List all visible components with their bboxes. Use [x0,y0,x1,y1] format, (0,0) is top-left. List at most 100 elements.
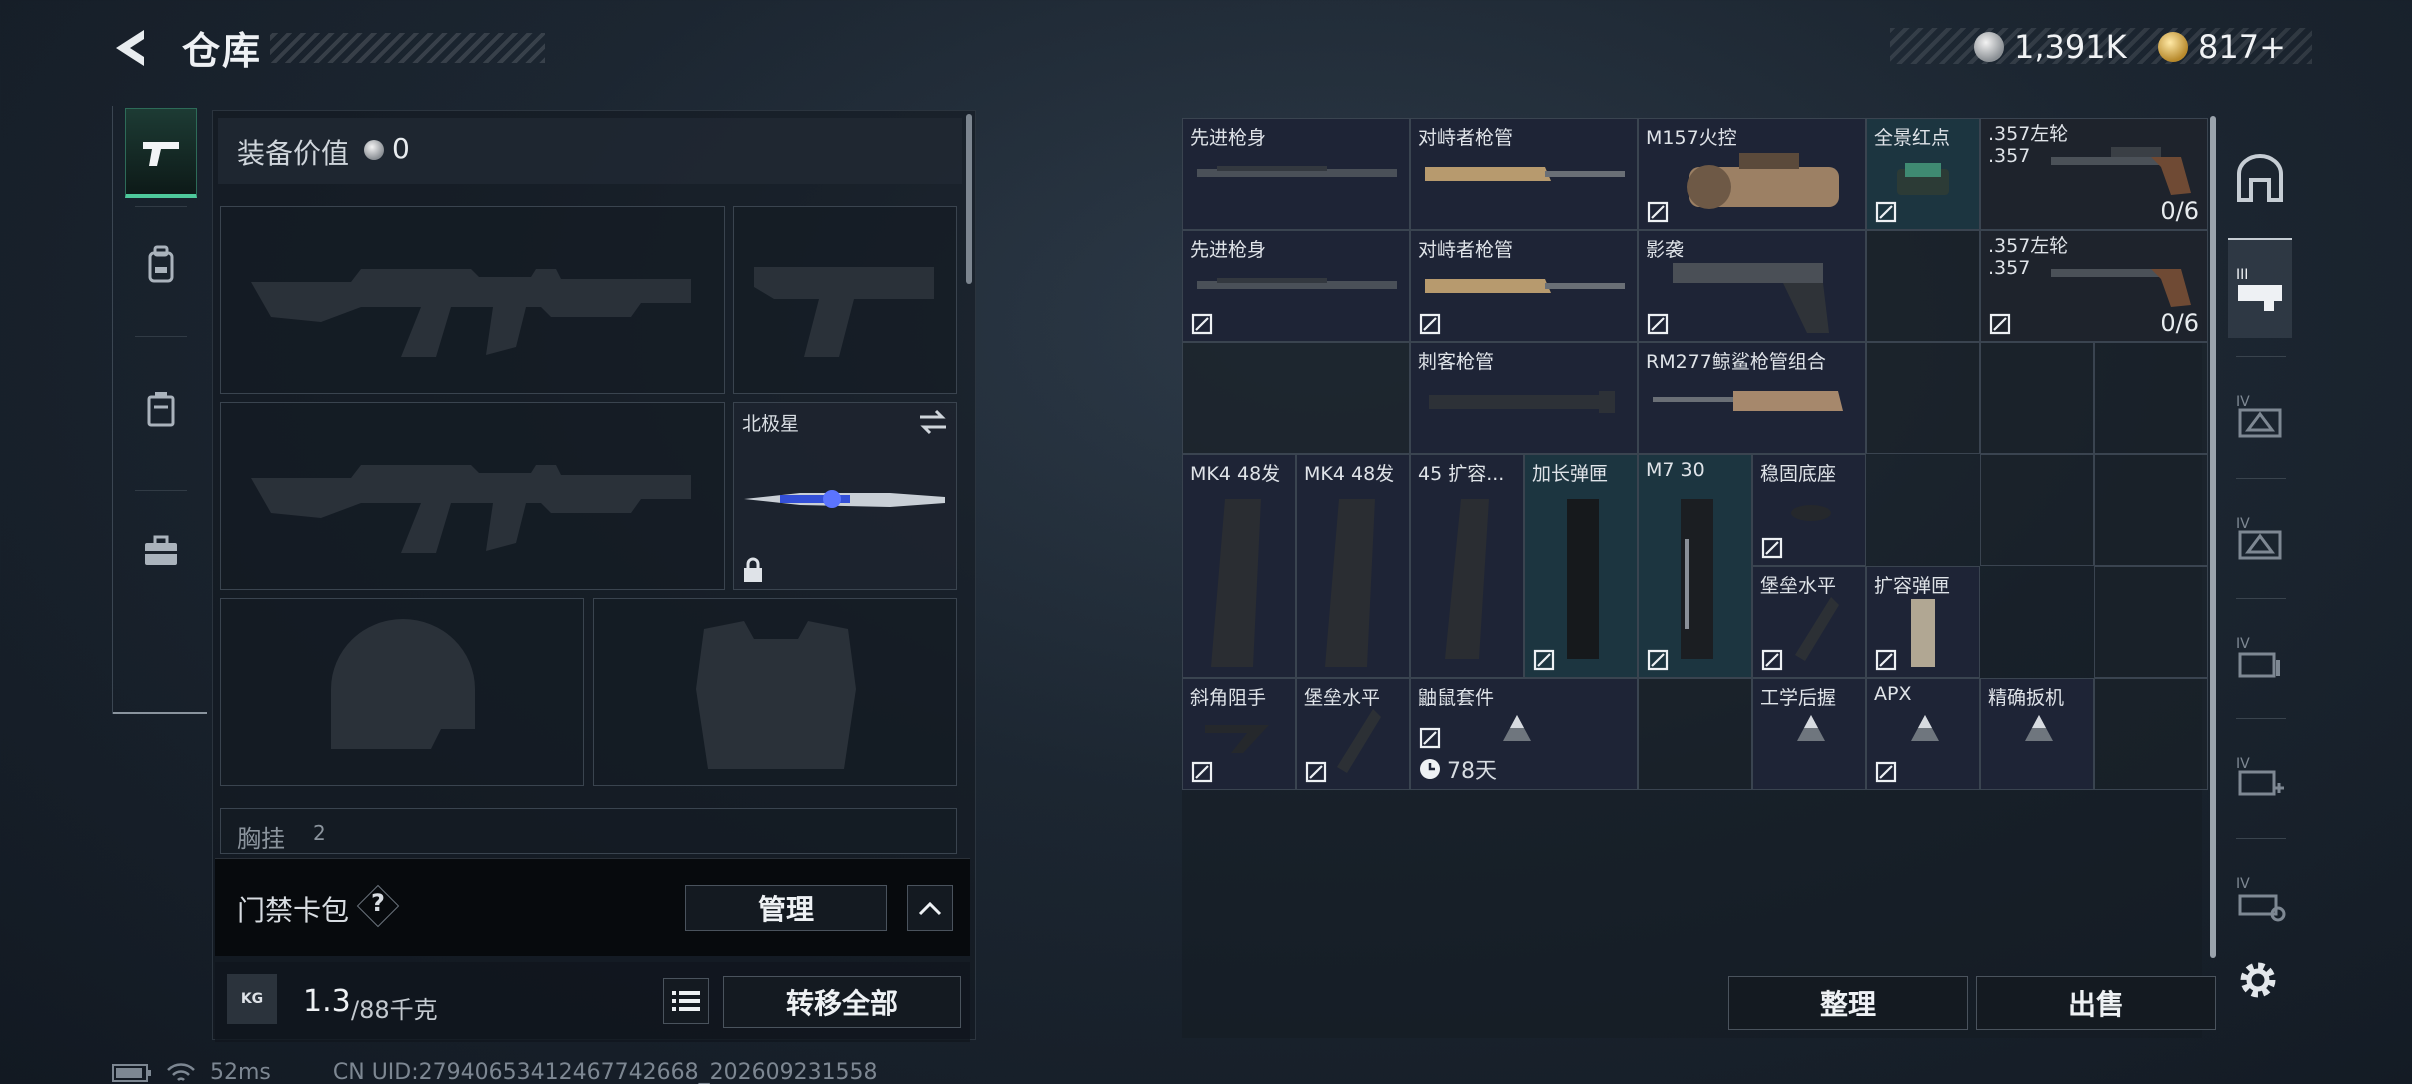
item-precision-trigger[interactable]: 精确扳机 [1980,678,2094,790]
modify-icon [1533,649,1555,671]
expand-button[interactable] [907,885,953,931]
tier-triangle-icon [1503,715,1531,741]
grip-item-icon [1205,725,1269,753]
weight-icon-text: KG [240,991,264,1007]
transfer-all-button[interactable]: 转移全部 [723,976,961,1028]
item-extended-mag-small[interactable]: 扩容弹匣 [1866,566,1980,678]
keycard-pack-bar: 门禁卡包 ? 管理 [215,858,970,956]
helmet-slot[interactable] [220,598,584,786]
item-assassin-barrel[interactable]: 刺客枪管 [1410,342,1638,454]
svg-text:IV: IV [2236,636,2250,652]
silver-amount: 1,391K [2014,28,2127,66]
modify-icon [1191,761,1213,783]
sell-button[interactable]: 出售 [1976,976,2216,1030]
grip-item-icon [1795,597,1839,661]
item-label: 斜角阻手 [1190,687,1267,709]
clock-icon [1420,759,1440,779]
item-45-extended-mag[interactable]: 45 扩容... [1410,454,1524,678]
melee-slot[interactable]: 北极星 [733,402,957,590]
weight-value: 1.3 [303,984,351,1019]
tab-stash-4d[interactable]: IV [2228,728,2292,828]
item-357-revolver[interactable]: .357左轮 .357 0/6 [1980,230,2208,342]
ammo-count: 0/6 [2160,309,2199,337]
tab-case[interactable] [125,506,197,596]
title-decoration [270,33,545,63]
tab-stash-4b[interactable]: IV [2228,488,2292,588]
melee-name: 北极星 [742,413,800,435]
barrel-item-icon [1425,167,1625,181]
chest-rig-row[interactable]: 胸挂 2 [220,808,957,854]
item-stable-mount[interactable]: 稳固底座 [1752,454,1866,566]
swap-icon[interactable] [918,409,948,435]
settings-button[interactable] [2234,956,2282,1008]
item-357-revolver[interactable]: .357左轮 .357 0/6 [1980,118,2208,230]
tab-storage-home[interactable] [2228,128,2292,228]
magazine-item-icon [1567,499,1599,659]
tab-stash-4e[interactable]: IV [2228,848,2292,948]
tab-container[interactable] [125,364,197,454]
cardpack-label: 门禁卡包 [237,894,350,927]
item-rm277-barrel-combo[interactable]: RM277鲸鲨枪管组合 [1638,342,1866,454]
gold-currency[interactable]: 817+ [2158,28,2286,66]
stash-level-icon: IV [2236,394,2282,438]
item-bastion-level[interactable]: 堡垒水平 [1296,678,1410,790]
equip-scrollbar[interactable] [966,114,972,284]
item-shadow-strike[interactable]: 影袭 [1638,230,1866,342]
item-advanced-receiver[interactable]: 先进枪身 [1182,230,1410,342]
list-icon [672,991,700,1011]
tab-weapons[interactable] [125,108,197,198]
item-m7-30-mag[interactable]: M7 30 [1638,454,1752,678]
item-standoff-barrel[interactable]: 对峙者枪管 [1410,118,1638,230]
grid-scrollbar[interactable] [2210,116,2216,958]
stash-level-icon: IV [2236,516,2282,560]
item-label: RM277鲸鲨枪管组合 [1646,351,1826,373]
list-view-button[interactable] [663,978,709,1024]
item-label: 工学后握 [1760,687,1837,709]
item-ergo-grip[interactable]: 工学后握 [1752,678,1866,790]
weight-bar: KG 1.3 /88千克 转移全部 [215,962,970,1042]
item-weasel-kit[interactable]: 鼬鼠套件 78天 [1410,678,1638,790]
item-mk4-48-mag[interactable]: MK4 48发 [1296,454,1410,678]
rifle-silhouette-icon [251,465,691,553]
chest-label: 胸挂 [237,825,285,853]
item-extended-mag[interactable]: 加长弹匣 [1524,454,1638,678]
sort-button[interactable]: 整理 [1728,976,1968,1030]
helmet-silhouette-icon [331,619,475,749]
tier-triangle-icon [2025,715,2053,741]
item-advanced-receiver[interactable]: 先进枪身 [1182,118,1410,230]
tab-stash-4c[interactable]: IV [2228,608,2292,708]
primary-weapon-slot[interactable] [220,206,725,394]
rifle-silhouette-icon [251,269,691,357]
item-label: 全景红点 [1874,127,1951,149]
armor-slot[interactable] [593,598,957,786]
item-apx[interactable]: APX [1866,678,1980,790]
modify-icon [1761,537,1783,559]
pistol-slot[interactable] [733,206,957,394]
item-mk4-48-mag[interactable]: MK4 48发 [1182,454,1296,678]
item-bastion-level[interactable]: 堡垒水平 [1752,566,1866,678]
silver-currency[interactable]: 1,391K [1974,28,2127,66]
back-button[interactable] [108,24,156,72]
item-m157-fire-control[interactable]: M157火控 [1638,118,1866,230]
manage-button[interactable]: 管理 [685,885,887,931]
magazine-item-icon [1681,499,1713,659]
item-label: MK4 48发 [1190,463,1281,485]
scope-item-icon [1687,153,1839,209]
item-label: 先进枪身 [1190,127,1267,149]
mount-item-icon [1791,505,1831,521]
svg-text:IV: IV [2236,516,2250,532]
backpack-icon [148,245,174,283]
uid-text: CN UID:27940653412467742668_202609231558 [332,1060,878,1084]
secondary-weapon-slot[interactable] [220,402,725,590]
back-arrow-icon [116,30,144,66]
item-panorama-red-dot[interactable]: 全景红点 [1866,118,1980,230]
ammo-count: 0/6 [2160,197,2199,225]
item-label: 先进枪身 [1190,239,1267,261]
tab-stash-4a[interactable]: IV [2228,366,2292,466]
item-angled-grip[interactable]: 斜角阻手 [1182,678,1296,790]
tab-stash-3[interactable]: III [2228,238,2292,338]
tab-backpack[interactable] [125,220,197,310]
svg-text:IV: IV [2236,876,2250,892]
item-standoff-barrel[interactable]: 对峙者枪管 [1410,230,1638,342]
expiry-text: 78天 [1447,759,1497,784]
